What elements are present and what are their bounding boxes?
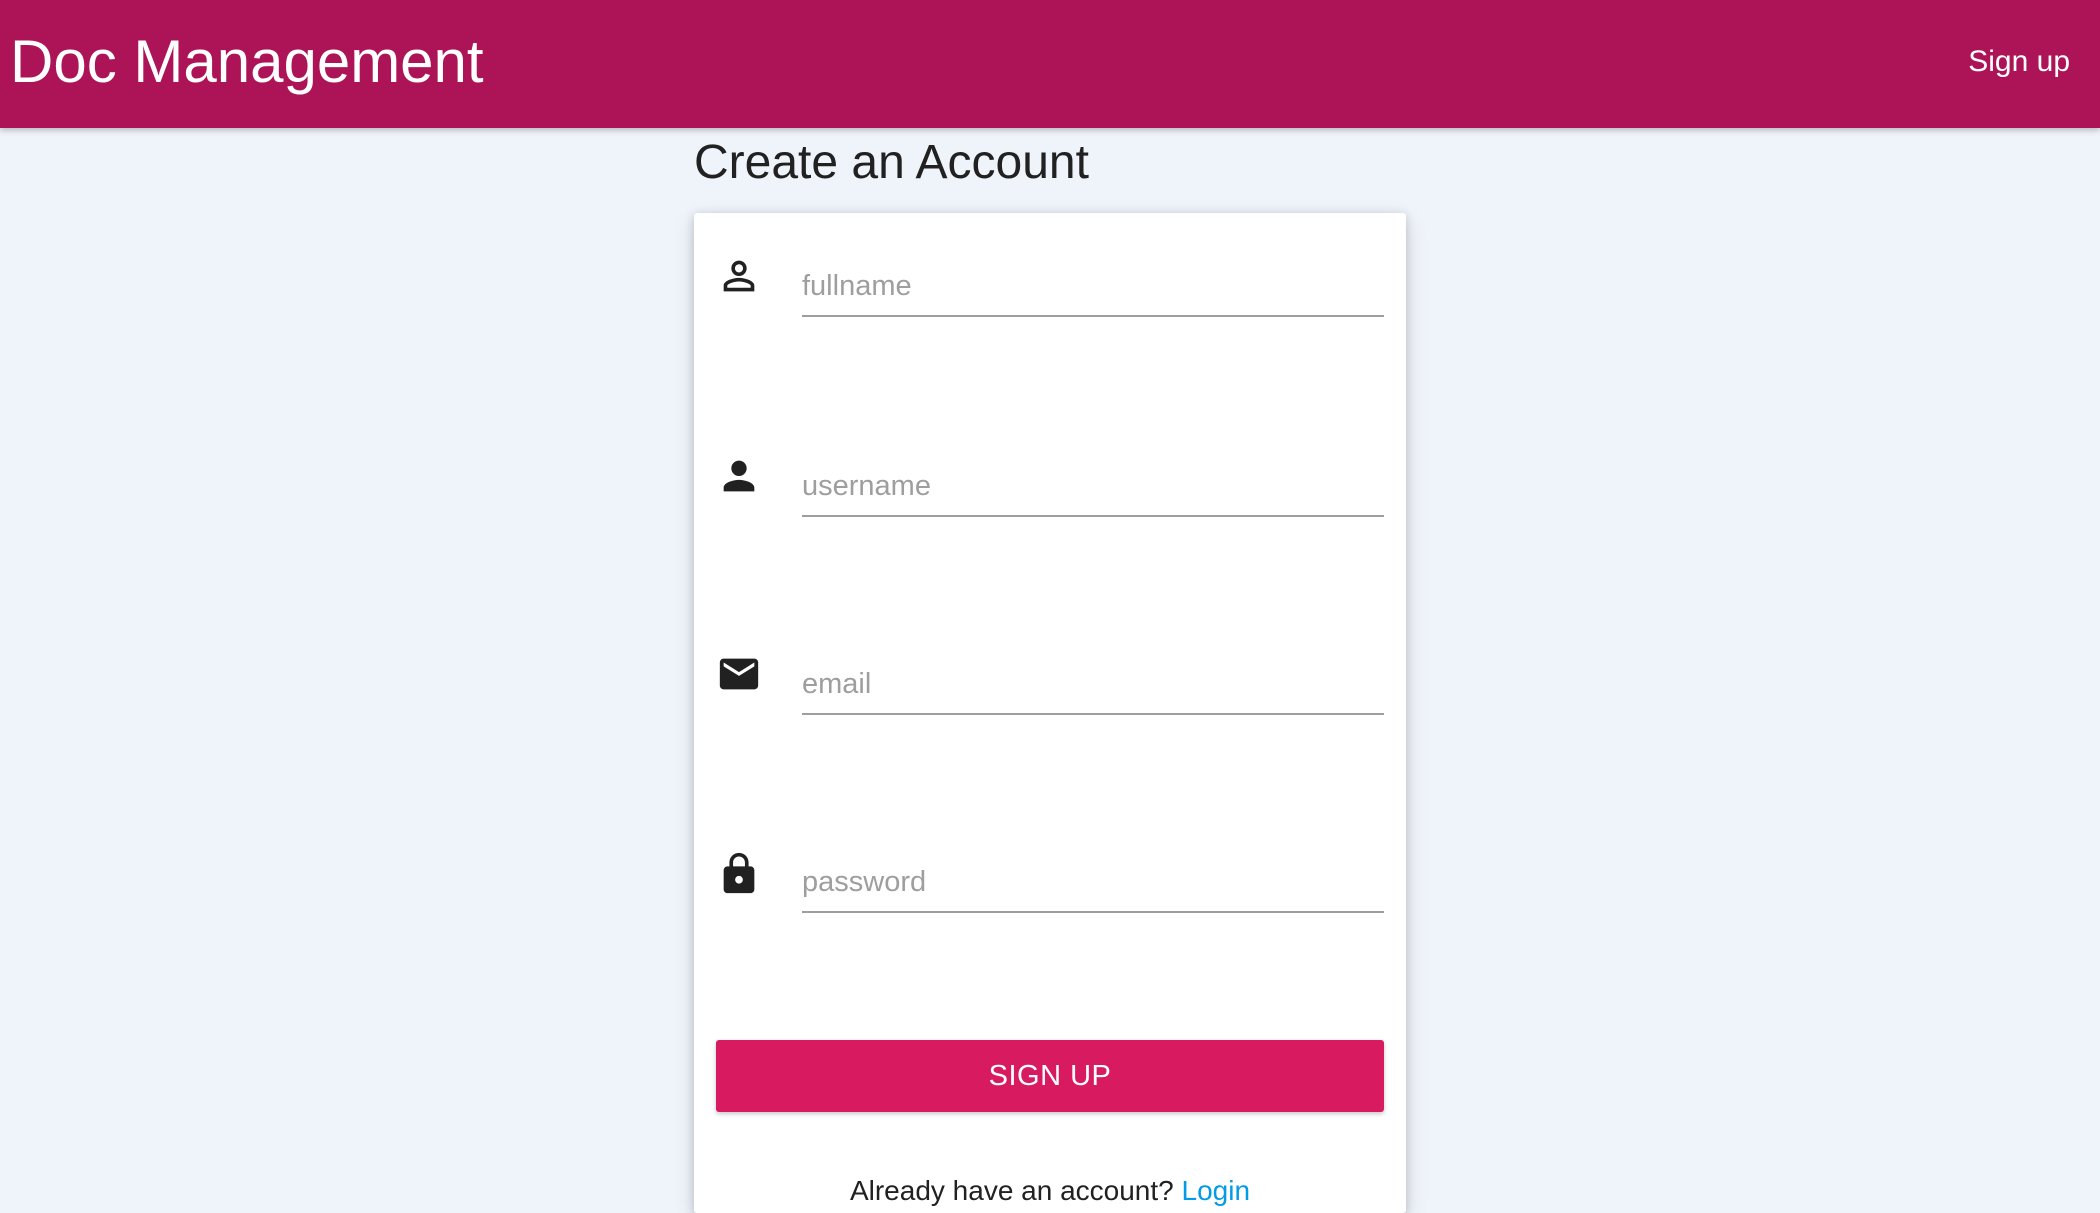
fullname-field: [694, 253, 1406, 343]
login-prompt: Already have an account? Login: [694, 1171, 1406, 1211]
email-field: [694, 651, 1406, 741]
person-icon: [716, 453, 762, 499]
fullname-input[interactable]: [802, 257, 1384, 317]
email-input[interactable]: [802, 655, 1384, 715]
password-field: [694, 849, 1406, 939]
nav-signup-link[interactable]: Sign up: [1968, 42, 2070, 82]
username-field: [694, 453, 1406, 543]
signup-button[interactable]: SIGN UP: [716, 1040, 1384, 1112]
username-input[interactable]: [802, 457, 1384, 517]
password-input[interactable]: [802, 853, 1384, 913]
brand-logo[interactable]: Doc Management: [10, 26, 484, 98]
login-prompt-text: Already have an account?: [849, 1175, 1174, 1206]
mail-icon: [716, 651, 762, 697]
lock-icon: [716, 851, 762, 897]
signup-card: SIGN UP Already have an account? Login: [694, 213, 1406, 1213]
top-navbar: Doc Management Sign up: [0, 0, 2100, 128]
person-outline-icon: [716, 253, 762, 299]
page-title: Create an Account: [694, 136, 1089, 189]
login-link[interactable]: Login: [1182, 1175, 1251, 1206]
